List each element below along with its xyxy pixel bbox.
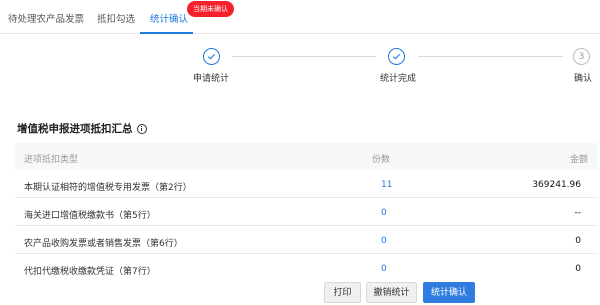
table-row: 农产品收购发票或者销售发票（第6行） 0 0 [15,226,598,254]
active-tab-indicator [140,32,193,34]
column-header-count: 份数 [372,155,391,165]
step-label-apply: 申请统计 [193,74,230,84]
tab-bar: 待处理农产品发票 抵扣勾选 统计确认 当期未确认 [0,0,600,34]
section-title: 增值税申报进项抵扣汇总 [17,121,147,136]
row-amount: 0 [575,264,581,274]
row-type: 海关进口增值税缴款书（第5行） [24,211,156,221]
confirm-statistics-button[interactable]: 统计确认 [423,282,475,303]
row-amount: 0 [575,236,581,246]
revoke-statistics-button[interactable]: 撤销统计 [366,282,417,303]
row-count-link[interactable]: 11 [381,180,392,190]
column-header-amount: 金额 [569,155,588,165]
row-type: 代扣代缴税收缴款凭证（第7行） [24,267,156,277]
row-amount: 369241.96 [532,180,581,190]
section-title-text: 增值税申报进项抵扣汇总 [17,123,133,135]
row-type: 本期认证相符的增值税专用发票（第2行） [24,183,192,193]
step-connector [418,56,563,57]
info-icon[interactable] [136,123,147,134]
row-count-link[interactable]: 0 [381,236,387,246]
row-type: 农产品收购发票或者销售发票（第6行） [24,239,183,249]
table-header: 进项抵扣类型 份数 金额 [15,143,598,170]
table-row: 海关进口增值税缴款书（第5行） 0 -- [15,198,598,226]
deduction-summary-table: 进项抵扣类型 份数 金额 本期认证相符的增值税专用发票（第2行） 11 3692… [15,143,598,282]
table-row: 本期认证相符的增值税专用发票（第2行） 11 369241.96 [15,170,598,198]
table-row: 代扣代缴税收缴款凭证（第7行） 0 0 [15,254,598,282]
step-connector [232,56,376,57]
progress-steps: 3 申请统计 统计完成 确认 [0,40,600,90]
step-label-confirm: 确认 [574,74,593,84]
tab-deduction-selection[interactable]: 抵扣勾选 [97,11,135,25]
row-amount: -- [574,208,582,218]
row-count-link[interactable]: 0 [381,208,387,218]
print-button[interactable]: 打印 [324,282,361,303]
tab-statistics-confirm[interactable]: 统计确认 [150,11,188,25]
check-icon [388,48,405,65]
row-count-link[interactable]: 0 [381,264,387,274]
tab-pending-agri-invoices[interactable]: 待处理农产品发票 [8,11,84,25]
step-label-complete: 统计完成 [380,74,417,84]
status-badge: 当期未确认 [187,1,234,17]
action-bar: 打印 撤销统计 统计确认 [0,281,600,305]
check-icon [203,48,220,65]
step-number: 3 [573,48,590,65]
column-header-type: 进项抵扣类型 [24,155,79,165]
